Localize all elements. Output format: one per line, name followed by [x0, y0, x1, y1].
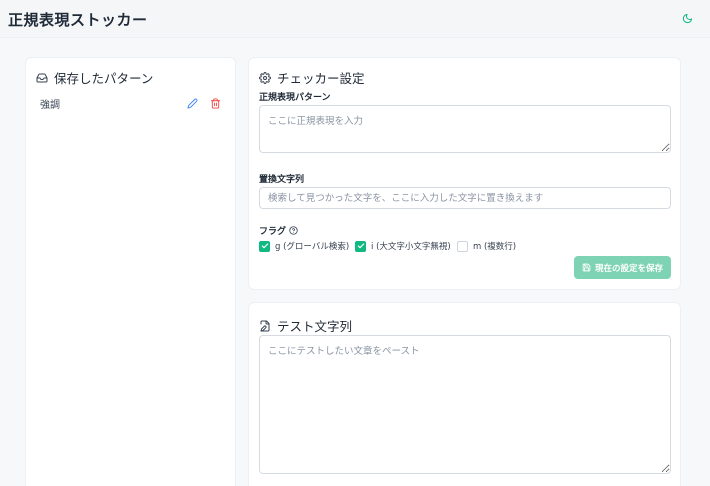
replace-label: 置換文字列 — [259, 175, 305, 185]
checker-settings-title: チェッカー設定 — [259, 68, 365, 87]
inbox-icon — [36, 73, 48, 82]
flag-i-checkbox[interactable]: i (大文字小文字無視) — [355, 240, 451, 252]
checkbox-checked[interactable] — [259, 240, 270, 252]
trash-icon — [210, 97, 220, 109]
test-string-title: テスト文字列 — [259, 316, 352, 335]
save-settings-button[interactable]: 現在の設定を保存 — [574, 256, 671, 279]
checker-settings-title-text: チェッカー設定 — [277, 71, 365, 86]
gear-icon — [259, 71, 271, 84]
flag-g-label: g (グローバル検索) — [275, 242, 350, 252]
help-circle-icon[interactable] — [289, 226, 298, 235]
edit-pattern-button[interactable] — [185, 96, 199, 110]
test-string-title-text: テスト文字列 — [277, 319, 353, 334]
flag-m-label: m (複数行) — [473, 242, 517, 252]
checker-settings-card: チェッカー設定 正規表現パターン 置換文字列 フラグ g (グローバル検索) i… — [248, 57, 681, 290]
pattern-item[interactable]: 強調 — [40, 94, 222, 112]
replace-input[interactable] — [259, 187, 671, 209]
test-string-input[interactable] — [259, 335, 671, 474]
app-title: 正規表現ストッカー — [8, 11, 148, 29]
saved-patterns-panel: 保存したパターン 強調 — [25, 57, 236, 486]
checkbox-unchecked[interactable] — [457, 240, 468, 252]
saved-patterns-title-text: 保存したパターン — [54, 71, 154, 86]
check-icon — [261, 243, 268, 249]
save-settings-label: 現在の設定を保存 — [594, 263, 663, 274]
flags-label-text: フラグ — [259, 227, 287, 237]
save-icon — [582, 263, 591, 272]
check-icon — [357, 243, 364, 249]
delete-pattern-button[interactable] — [208, 96, 222, 110]
saved-patterns-title: 保存したパターン — [36, 68, 153, 87]
flag-m-checkbox[interactable]: m (複数行) — [457, 240, 516, 252]
theme-toggle-button[interactable] — [679, 10, 695, 26]
pencil-icon — [186, 98, 197, 109]
moon-icon — [682, 13, 692, 23]
regex-label: 正規表現パターン — [259, 93, 331, 103]
flags-label: フラグ — [259, 224, 298, 237]
app-header: 正規表現ストッカー — [0, 0, 710, 38]
edit-file-icon — [260, 320, 270, 331]
test-string-card: テスト文字列 — [248, 302, 681, 486]
regex-input[interactable] — [259, 105, 671, 153]
pattern-name[interactable]: 強調 — [40, 96, 176, 111]
checkbox-checked[interactable] — [355, 240, 366, 252]
flag-i-label: i (大文字小文字無視) — [371, 242, 451, 252]
flag-g-checkbox[interactable]: g (グローバル検索) — [259, 240, 349, 252]
